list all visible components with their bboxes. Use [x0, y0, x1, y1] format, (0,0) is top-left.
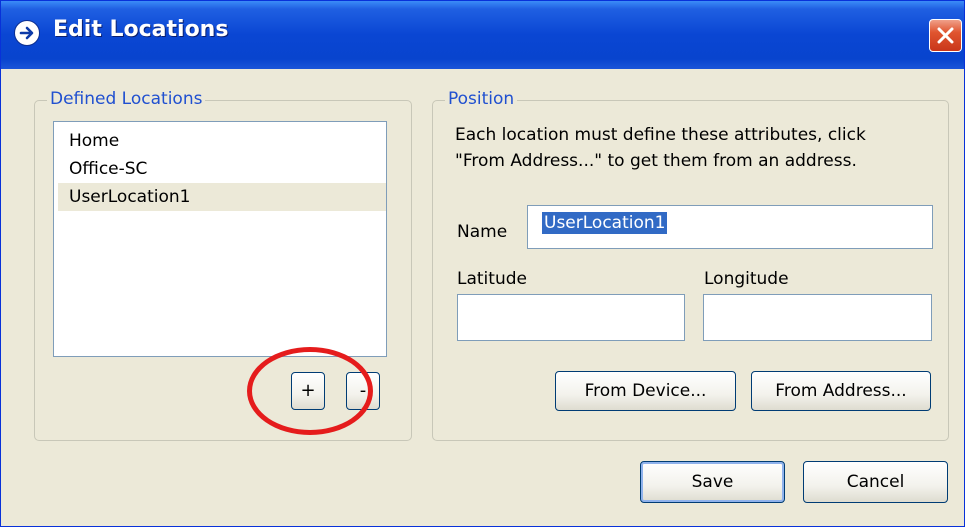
cancel-button[interactable]: Cancel	[803, 461, 948, 503]
locations-list[interactable]: Home Office-SC UserLocation1	[53, 121, 387, 357]
help-text-line2: "From Address..." to get them from an ad…	[455, 151, 857, 171]
close-button[interactable]	[929, 19, 962, 52]
longitude-label: Longitude	[704, 269, 789, 289]
longitude-field[interactable]	[703, 294, 932, 341]
from-device-button[interactable]: From Device...	[555, 371, 736, 411]
save-button[interactable]: Save	[640, 461, 785, 503]
defined-locations-label: Defined Locations	[47, 89, 206, 109]
list-item[interactable]: UserLocation1	[58, 183, 386, 211]
title-bar[interactable]: Edit Locations	[1, 1, 964, 69]
position-label: Position	[445, 89, 518, 109]
red-annotation-circle	[247, 347, 373, 435]
name-field-value: UserLocation1	[542, 212, 668, 234]
window-title: Edit Locations	[53, 17, 229, 42]
list-item[interactable]: Office-SC	[58, 155, 386, 183]
close-icon	[937, 27, 954, 44]
arrow-right-icon	[14, 20, 40, 46]
edit-locations-dialog: Edit Locations Defined Locations Home Of…	[0, 0, 965, 527]
latitude-label: Latitude	[457, 269, 527, 289]
list-item[interactable]: Home	[58, 127, 386, 155]
latitude-field[interactable]	[457, 294, 685, 341]
from-address-button[interactable]: From Address...	[751, 371, 931, 411]
help-text-line1: Each location must define these attribut…	[455, 125, 866, 145]
name-label: Name	[457, 222, 508, 242]
